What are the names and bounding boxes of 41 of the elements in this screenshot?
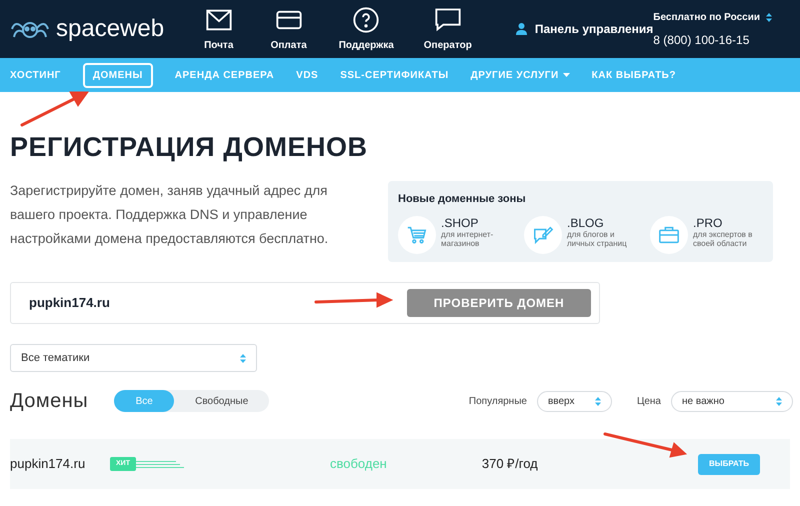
filter-option[interactable]: Свободные: [174, 390, 270, 412]
zone-name[interactable]: .PRO: [693, 216, 768, 230]
domains-heading: Домены: [10, 389, 88, 414]
sort-label: Цена: [636, 394, 661, 408]
zone-name[interactable]: .SHOP: [441, 216, 516, 230]
updown-caret-icon: [240, 354, 246, 362]
chat-bubble-icon: [434, 6, 462, 34]
domain-name: pupkin174.ru: [10, 455, 86, 474]
zone-name[interactable]: .BLOG: [567, 216, 642, 230]
cart-icon: [398, 216, 436, 254]
domain-price: 370 ₽/год: [482, 455, 538, 474]
logo-text: spaceweb: [56, 17, 164, 41]
speed-lines-icon: [136, 460, 184, 468]
header-link[interactable]: Оплата: [268, 6, 309, 52]
phone-number: 8 (800) 100-16-15: [653, 32, 750, 48]
zone-description: для экспертов в своей области: [693, 230, 754, 248]
zone-description: для блогов и личных страниц: [567, 230, 628, 248]
control-panel-link[interactable]: Панель управления: [516, 20, 654, 38]
user-icon: [516, 23, 527, 35]
updown-caret-icon: [766, 12, 772, 22]
sort-label: Популярные: [468, 394, 527, 408]
zone-description: для интернет-магазинов: [441, 230, 494, 248]
help-icon: [352, 6, 380, 34]
card-title: Новые доменные зоны: [398, 192, 527, 207]
header-link[interactable]: Оператор: [424, 6, 472, 52]
header-link[interactable]: Почта: [198, 6, 239, 52]
region-caption: Бесплатно по России: [653, 10, 760, 24]
pencil-chat-icon: [524, 216, 562, 254]
page-title: РЕГИСТРАЦИЯ ДОМЕНОВ: [10, 134, 368, 161]
intro-text: Зарегистрируйте домен, заняв удачный адрес для вашего проекта. Поддержка DNS и управление настройками домена предоставляются бесплатно.: [10, 182, 330, 248]
domain-input-value: pupkin174.ru: [29, 294, 110, 312]
annotation-arrow: [20, 92, 89, 126]
availability-status: свободен: [330, 455, 387, 474]
sort-select[interactable]: вверх: [536, 390, 612, 412]
domain-search-field[interactable]: pupkin174.ru ПРОВЕРИТЬ ДОМЕН: [10, 282, 600, 324]
header-link[interactable]: Поддержка: [338, 6, 394, 52]
updown-caret-icon: [776, 396, 782, 406]
topic-select[interactable]: Все тематики: [10, 344, 257, 372]
briefcase-icon: [650, 216, 688, 254]
updown-caret-icon: [594, 396, 601, 406]
sort-select[interactable]: не важно: [671, 390, 793, 412]
